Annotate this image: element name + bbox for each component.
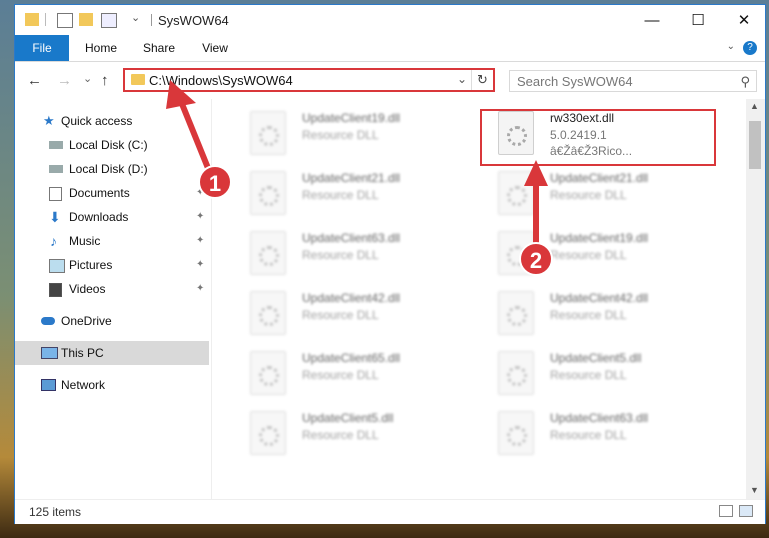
arrow-1: [166, 80, 215, 180]
step-1-callout: 1: [198, 165, 232, 199]
step-2-callout: 2: [519, 242, 553, 276]
arrow-2: [524, 160, 548, 246]
annotation-arrows: [166, 80, 548, 246]
